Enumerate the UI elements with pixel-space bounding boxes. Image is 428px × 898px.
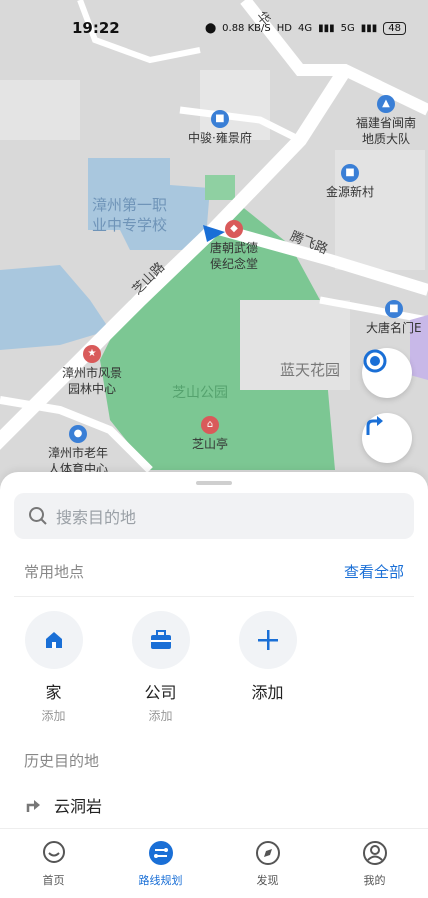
poi-fujian-geology[interactable]: ▲ 福建省闽南 地质大队 — [356, 95, 416, 147]
route-nav-icon — [148, 840, 174, 866]
park-label: 芝山公园 — [172, 385, 228, 401]
search-input[interactable]: 搜索目的地 — [14, 493, 414, 539]
poi-zhongjun[interactable]: ■ 中骏·雍景府 — [188, 110, 252, 146]
bottom-nav: 首页 路线规划 发现 我的 — [0, 828, 428, 898]
home-icon-wrap — [24, 611, 83, 669]
place-home[interactable]: 家 添加 — [0, 611, 107, 724]
network-speed: 0.88 KB/S — [222, 22, 271, 34]
home-icon — [45, 632, 62, 648]
battery-icon: 48 — [383, 21, 406, 35]
building-icon: ■ — [384, 300, 403, 318]
nav-mine[interactable]: 我的 — [321, 829, 428, 898]
history-title: 历史目的地 — [24, 752, 100, 770]
poi-laonian-sports[interactable]: ● 漳州市老年 人体育中心 — [48, 425, 108, 477]
signal-bars-icon: ▮▮▮ — [360, 22, 378, 34]
turn-right-icon — [366, 416, 383, 435]
compass-icon — [255, 840, 281, 866]
common-places-title: 常用地点 — [24, 563, 85, 581]
map-view[interactable]: ■ 中骏·雍景府 ▲ 福建省闽南 地质大队 ■ 金源新村 ◆ 唐朝武德 侯纪念堂… — [0, 0, 428, 490]
sheet-handle[interactable] — [196, 481, 232, 485]
poi-datang[interactable]: ■ 大唐名门E — [366, 300, 422, 336]
poi-jinyuan[interactable]: ■ 金源新村 — [326, 164, 374, 200]
building-icon: ■ — [341, 164, 359, 182]
pavilion-icon: ⌂ — [201, 416, 219, 434]
lab-icon: ▲ — [377, 95, 395, 113]
signal-4g: 4G — [297, 22, 313, 34]
status-icons: ⬤ 0.88 KB/S HD 4G ▮▮▮ 5G ▮▮▮ 48 — [204, 21, 406, 35]
home-nav-icon — [41, 840, 67, 866]
common-places-list: 家 添加 公司 添加 添加 — [0, 611, 428, 724]
landmark-icon: ◆ — [225, 220, 243, 238]
turn-arrow-icon — [26, 800, 40, 812]
signal-5g: 5G — [340, 22, 355, 34]
sports-icon: ● — [69, 425, 87, 443]
search-placeholder: 搜索目的地 — [56, 508, 137, 527]
plus-icon — [257, 630, 278, 650]
nav-route-planning[interactable]: 路线规划 — [107, 829, 214, 898]
route-button[interactable] — [362, 413, 412, 463]
status-time: 19:22 — [72, 19, 120, 37]
nav-discover[interactable]: 发现 — [214, 829, 321, 898]
nav-home[interactable]: 首页 — [0, 829, 107, 898]
poi-fengjing-center[interactable]: ★ 漳州市风景 园林中心 — [62, 345, 122, 397]
locate-me-button[interactable] — [362, 348, 412, 398]
poi-tangchao-hall[interactable]: ◆ 唐朝武德 侯纪念堂 — [210, 220, 258, 272]
place-add[interactable]: 添加 — [214, 611, 321, 724]
user-icon — [362, 840, 388, 866]
location-status-icon: ⬤ — [204, 22, 217, 34]
poi-zhishanting[interactable]: ⌂ 芝山亭 — [192, 416, 228, 452]
hd-badge: HD — [276, 22, 292, 34]
common-places-header: 常用地点 查看全部 — [24, 561, 404, 582]
building-icon: ■ — [210, 110, 229, 128]
status-bar: 19:22 ⬤ 0.88 KB/S HD 4G ▮▮▮ 5G ▮▮▮ 48 — [0, 0, 428, 56]
history-item[interactable]: 云洞岩 — [24, 793, 404, 817]
place-company[interactable]: 公司 添加 — [107, 611, 214, 724]
star-icon: ★ — [83, 345, 101, 363]
signal-bars-icon: ▮▮▮ — [318, 22, 335, 34]
search-icon — [29, 507, 47, 525]
divider — [14, 596, 414, 597]
area-school-label: 漳州第一职 业中专学校 — [92, 196, 168, 234]
view-all-link[interactable]: 查看全部 — [344, 561, 404, 582]
area-lantian-label: 蓝天花园 — [280, 361, 341, 379]
briefcase-icon — [150, 630, 171, 649]
briefcase-icon-wrap — [131, 611, 190, 669]
locate-icon — [363, 349, 387, 373]
plus-icon-wrap — [238, 611, 297, 669]
